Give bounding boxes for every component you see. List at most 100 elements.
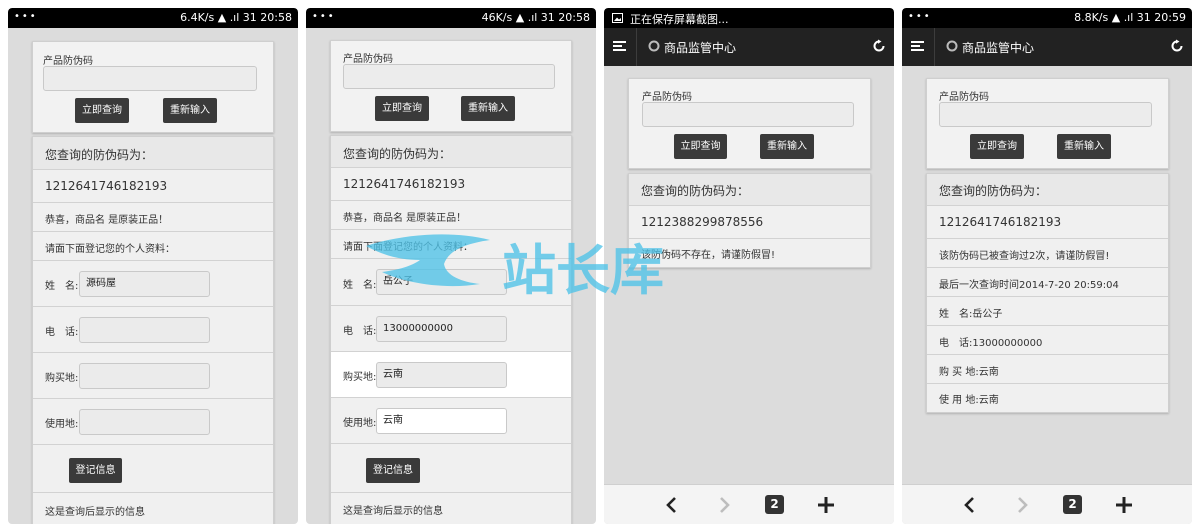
code-row: 1212641746182193	[927, 206, 1168, 239]
name-input[interactable]: 岳公子	[376, 269, 507, 295]
use-place-row: 使用地:	[33, 399, 273, 445]
use-place-row: 使用地: 云南	[331, 398, 571, 444]
code-input[interactable]	[642, 102, 854, 127]
query-form-card: 产品防伪码 立即查询 重新输入	[32, 41, 274, 133]
use-place-label: 使用地:	[45, 419, 79, 430]
status-bar: ••• 46K/s ▲ .ıl 31 20:58	[306, 8, 596, 28]
add-tab-icon[interactable]	[816, 495, 836, 515]
registered-phone: 电 话:13000000000	[939, 338, 1043, 349]
prompt-row: 请面下面登记您的个人资料：	[331, 230, 571, 259]
image-icon	[612, 13, 623, 23]
result-heading-row: 您查询的防伪码为：	[927, 174, 1168, 206]
phone-screen-1: ••• 6.4K/s ▲ .ıl 31 20:58 产品防伪码 立即查询 重新输…	[8, 8, 298, 524]
status-dots: •••	[14, 11, 38, 22]
forward-icon[interactable]	[1012, 495, 1032, 515]
reset-button[interactable]: 重新输入	[461, 96, 515, 121]
query-button[interactable]: 立即查询	[970, 134, 1024, 159]
result-message: 恭喜，商品名 是原装正品！	[45, 215, 169, 226]
register-button[interactable]: 登记信息	[366, 458, 420, 483]
phone-input[interactable]: 13000000000	[376, 316, 507, 342]
purchase-place-row: 购买地: 云南	[331, 352, 571, 398]
register-row: 登记信息	[331, 444, 571, 493]
name-label: 姓 名:	[343, 280, 377, 291]
result-line: 姓 名:岳公子	[927, 297, 1168, 326]
use-place-input[interactable]: 云南	[376, 408, 507, 434]
query-button[interactable]: 立即查询	[674, 134, 727, 159]
code-input[interactable]	[343, 64, 555, 89]
result-code: 1212641746182193	[343, 177, 466, 191]
result-line: 最后一次查询时间2014-7-20 20:59:04	[927, 268, 1168, 297]
result-heading-row: 您查询的防伪码为：	[629, 174, 870, 206]
result-message: 该防伪码不存在，请谨防假冒!	[641, 250, 776, 261]
query-form-card: 产品防伪码 立即查询 重新输入	[926, 78, 1169, 169]
back-icon[interactable]	[960, 495, 980, 515]
add-tab-icon[interactable]	[1114, 495, 1134, 515]
forward-icon[interactable]	[714, 495, 734, 515]
reset-button[interactable]: 重新输入	[760, 134, 814, 159]
menu-icon[interactable]	[612, 38, 628, 54]
code-row: 1212641746182193	[33, 170, 273, 203]
result-card: 您查询的防伪码为： 1212641746182193 恭喜，商品名 是原装正品！…	[32, 136, 274, 524]
code-input[interactable]	[43, 66, 257, 91]
status-bar: ••• 6.4K/s ▲ .ıl 31 20:58	[8, 8, 298, 28]
result-heading: 您查询的防伪码为：	[343, 147, 452, 161]
registered-purchase-place: 购 买 地:云南	[939, 367, 999, 378]
register-prompt: 请面下面登记您的个人资料：	[45, 244, 175, 255]
tab-count-badge[interactable]: 2	[1063, 495, 1082, 514]
code-input[interactable]	[939, 102, 1152, 127]
status-bar: 正在保存屏幕截图...	[604, 8, 894, 28]
phone-screen-2: ••• 46K/s ▲ .ıl 31 20:58 产品防伪码 立即查询 重新输入…	[306, 8, 596, 524]
result-heading: 您查询的防伪码为：	[641, 184, 750, 198]
status-title: 正在保存屏幕截图...	[630, 13, 729, 26]
app-title: 商品监管中心	[664, 41, 737, 55]
refresh-icon[interactable]	[872, 39, 886, 53]
result-heading: 您查询的防伪码为：	[939, 184, 1048, 198]
result-card: 您查询的防伪码为： 1212641746182193 恭喜，商品名 是原装正品！…	[330, 135, 572, 524]
use-place-input[interactable]	[79, 409, 210, 435]
browser-bottom-bar: 2	[902, 484, 1192, 524]
registered-name: 姓 名:岳公子	[939, 309, 1003, 320]
code-label: 产品防伪码	[43, 56, 93, 67]
purchase-place-input[interactable]	[79, 363, 210, 389]
code-label: 产品防伪码	[939, 92, 989, 103]
query-button[interactable]: 立即查询	[75, 98, 129, 123]
back-icon[interactable]	[662, 495, 682, 515]
message-row: 该防伪码不存在，请谨防假冒!	[629, 239, 870, 267]
browser-bottom-bar: 2	[604, 484, 894, 524]
result-code: 1212641746182193	[45, 179, 168, 193]
menu-icon[interactable]	[910, 38, 926, 54]
phone-input[interactable]	[79, 317, 210, 343]
last-query-time: 最后一次查询时间2014-7-20 20:59:04	[939, 280, 1119, 291]
status-dots: •••	[312, 11, 336, 22]
header-divider	[934, 28, 935, 66]
phone-screen-3: 正在保存屏幕截图... 商品监管中心 产品防伪码 立即查询 重新输入 您查询的防…	[604, 8, 894, 524]
registered-use-place: 使 用 地:云南	[939, 395, 999, 406]
message-row: 恭喜，商品名 是原装正品！	[331, 201, 571, 230]
register-row: 登记信息	[33, 445, 273, 493]
footer-row: 这是查询后显示的信息	[331, 493, 571, 524]
purchase-place-row: 购买地:	[33, 353, 273, 399]
name-field-row: 姓 名: 岳公子	[331, 259, 571, 306]
result-heading: 您查询的防伪码为：	[45, 148, 154, 162]
purchase-place-input[interactable]: 云南	[376, 362, 507, 388]
result-line: 使 用 地:云南	[927, 384, 1168, 412]
purchase-place-label: 购买地:	[45, 373, 79, 384]
tab-count-badge[interactable]: 2	[765, 495, 784, 514]
code-label: 产品防伪码	[642, 92, 692, 103]
query-button[interactable]: 立即查询	[375, 96, 429, 121]
register-button[interactable]: 登记信息	[69, 458, 122, 483]
app-header: 商品监管中心	[902, 28, 1192, 66]
query-form-card: 产品防伪码 立即查询 重新输入	[330, 40, 572, 132]
reset-button[interactable]: 重新输入	[1057, 134, 1111, 159]
refresh-icon[interactable]	[1170, 39, 1184, 53]
header-divider	[636, 28, 637, 66]
reset-button[interactable]: 重新输入	[163, 98, 217, 123]
result-heading-row: 您查询的防伪码为：	[33, 137, 273, 170]
name-input[interactable]: 源码屋	[79, 271, 210, 297]
result-code: 1212388299878556	[641, 215, 764, 229]
site-logo-icon	[946, 40, 958, 52]
phone-field-row: 电 话:	[33, 307, 273, 353]
name-field-row: 姓 名: 源码屋	[33, 261, 273, 307]
result-heading-row: 您查询的防伪码为：	[331, 136, 571, 168]
screenshot-collage: ••• 6.4K/s ▲ .ıl 31 20:58 产品防伪码 立即查询 重新输…	[0, 0, 1200, 532]
